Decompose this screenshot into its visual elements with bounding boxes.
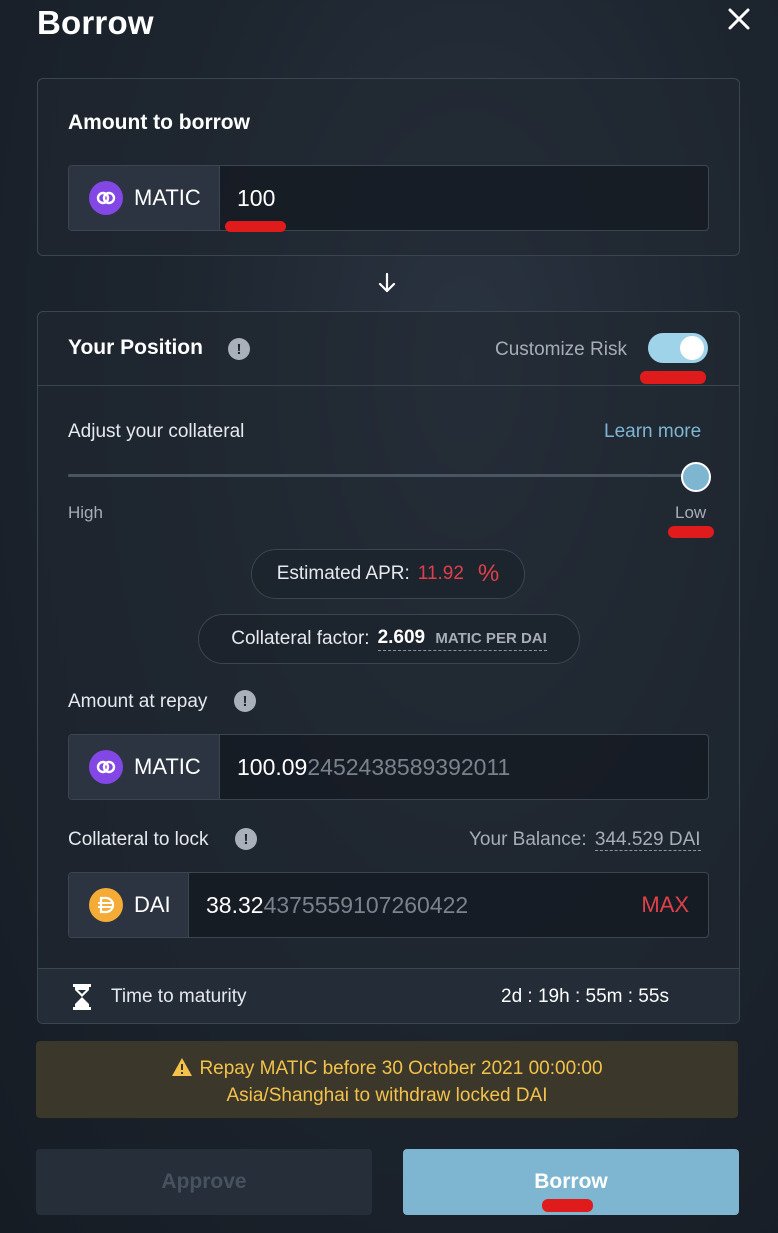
- dai-icon: [89, 888, 123, 922]
- annotation-mark: [542, 1199, 593, 1212]
- warning-text-2: Asia/Shanghai to withdraw locked DAI: [226, 1085, 548, 1106]
- maturity-label: Time to maturity: [111, 986, 247, 1007]
- borrow-amount-value: 100: [237, 184, 276, 211]
- collateral-slider-thumb[interactable]: [681, 462, 711, 492]
- repay-token-name: MATIC: [134, 754, 201, 779]
- maturity-bar: Time to maturity 2d : 19h : 55m : 55s: [38, 968, 739, 1023]
- divider: [38, 385, 739, 386]
- balance-display: Your Balance: 344.529 DAI: [469, 829, 701, 851]
- collateral-factor-pill: Collateral factor: 2.609 MATIC PER DAI: [198, 614, 580, 664]
- warning-line-1: Repay MATIC before 30 October 2021 00:00…: [36, 1057, 738, 1083]
- info-icon[interactable]: !: [235, 828, 257, 850]
- collateral-factor-unit: MATIC PER DAI: [435, 630, 547, 647]
- repay-token-box: MATIC: [69, 735, 220, 799]
- repay-amount-value: 100.09 2452438589392011: [220, 735, 510, 799]
- borrow-token-selector[interactable]: MATIC: [69, 166, 220, 230]
- repay-amount-row: MATIC 100.09 2452438589392011: [68, 734, 709, 800]
- info-icon[interactable]: !: [234, 690, 256, 712]
- approve-button[interactable]: Approve: [36, 1149, 372, 1215]
- repay-label: Amount at repay: [68, 691, 208, 712]
- customize-risk-label: Customize Risk: [495, 339, 627, 360]
- apr-unit: %: [477, 560, 500, 587]
- lock-value-rest: 4375559107260422: [263, 891, 469, 918]
- page-title: Borrow: [37, 4, 154, 41]
- warning-icon: [171, 1057, 193, 1083]
- borrow-amount-card: Amount to borrow MATIC 100: [37, 78, 740, 256]
- collateral-factor-label: Collateral factor:: [231, 628, 370, 649]
- repay-value-rest: 2452438589392011: [307, 753, 511, 780]
- lock-token-box: DAI: [69, 873, 189, 937]
- arrow-down-icon: [375, 271, 399, 295]
- estimated-apr-pill: Estimated APR: 11.92 %: [251, 549, 525, 599]
- borrow-section-title: Amount to borrow: [68, 111, 250, 134]
- lock-amount-input-row[interactable]: DAI 38.32 4375559107260422 MAX: [68, 872, 709, 938]
- position-card: Your Position ! Customize Risk Adjust yo…: [37, 311, 740, 1024]
- apr-value: 11.92: [417, 563, 464, 584]
- annotation-mark: [668, 526, 714, 538]
- collateral-factor-value: 2.609: [377, 627, 426, 648]
- info-icon[interactable]: !: [228, 338, 250, 360]
- matic-icon: [89, 750, 123, 784]
- balance-value[interactable]: 344.529 DAI: [594, 829, 701, 851]
- max-button[interactable]: MAX: [641, 873, 708, 937]
- apr-label: Estimated APR:: [276, 563, 410, 584]
- customize-risk-toggle[interactable]: [648, 333, 708, 363]
- annotation-mark: [640, 371, 706, 384]
- slider-max-label: Low: [675, 503, 707, 522]
- toggle-knob: [680, 336, 704, 360]
- adjust-collateral-label: Adjust your collateral: [68, 421, 245, 442]
- maturity-countdown: 2d : 19h : 55m : 55s: [501, 986, 669, 1007]
- collateral-slider-track[interactable]: [68, 474, 693, 477]
- annotation-mark: [225, 221, 286, 232]
- position-section-title: Your Position: [68, 336, 203, 359]
- close-icon[interactable]: [722, 2, 756, 36]
- lock-label: Collateral to lock: [68, 829, 209, 850]
- lock-amount-input[interactable]: 38.32 4375559107260422: [189, 873, 641, 937]
- lock-token-name: DAI: [134, 892, 171, 917]
- collateral-factor-detail[interactable]: 2.609 MATIC PER DAI: [377, 627, 547, 651]
- warning-text-1: Repay MATIC before 30 October 2021 00:00…: [199, 1058, 603, 1079]
- borrow-amount-input-row[interactable]: MATIC 100: [68, 165, 709, 231]
- lock-value-main: 38.32: [206, 891, 264, 918]
- repay-value-main: 100.09: [237, 753, 308, 780]
- borrow-token-name: MATIC: [134, 185, 201, 210]
- repay-warning: Repay MATIC before 30 October 2021 00:00…: [36, 1041, 738, 1118]
- matic-icon: [89, 181, 123, 215]
- hourglass-icon: [72, 983, 92, 1011]
- balance-label: Your Balance:: [469, 829, 587, 850]
- slider-min-label: High: [68, 503, 103, 522]
- learn-more-link[interactable]: Learn more: [604, 421, 701, 443]
